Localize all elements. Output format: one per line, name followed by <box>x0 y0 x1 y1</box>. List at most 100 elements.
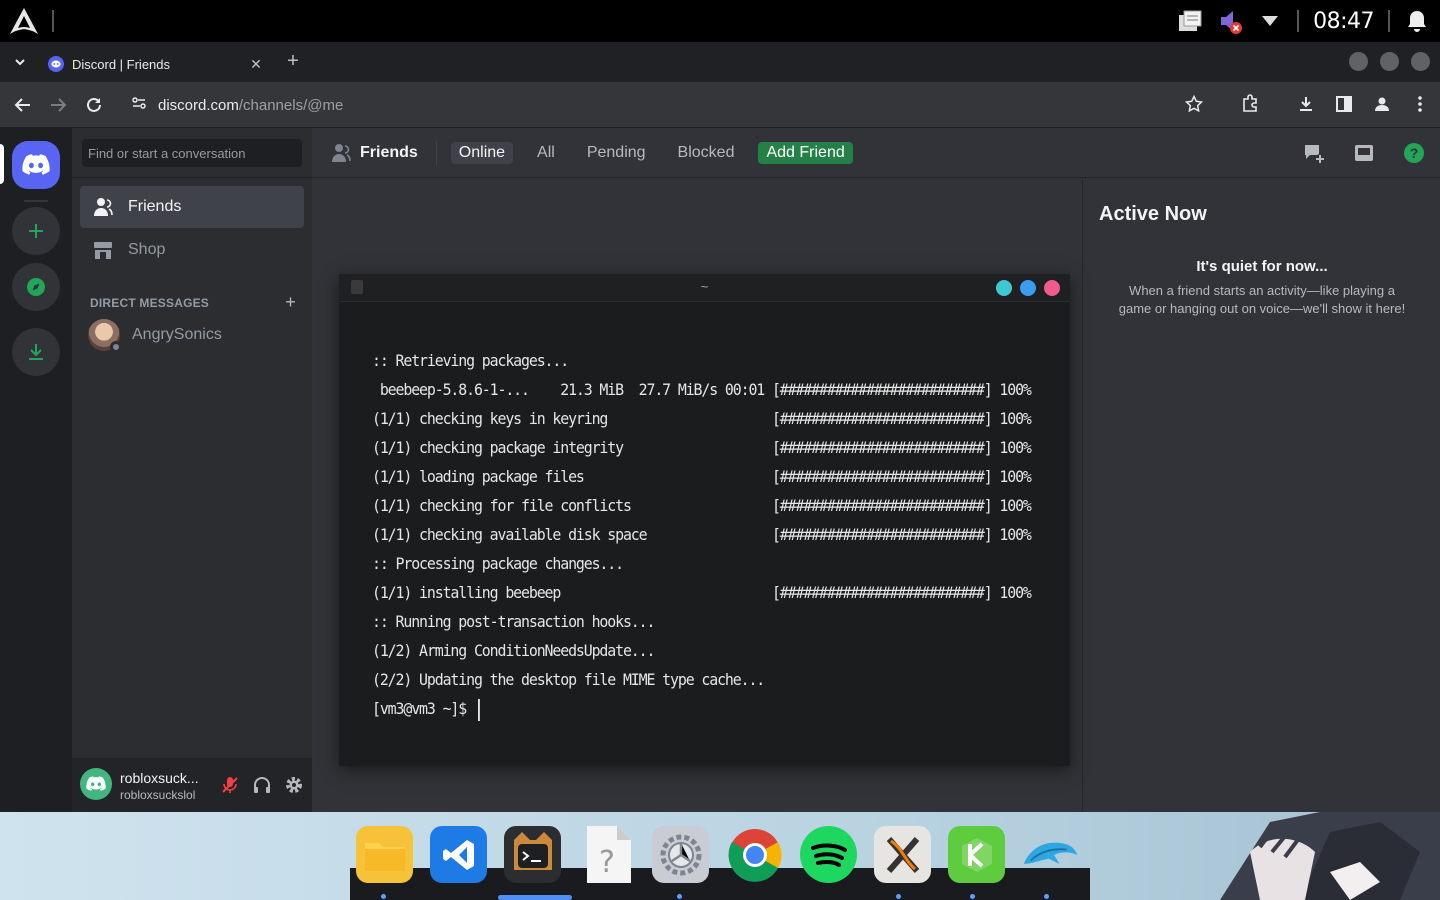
running-indicator <box>1044 894 1049 899</box>
avatar[interactable] <box>80 768 112 800</box>
more-menu-icon[interactable] <box>1408 92 1432 116</box>
back-arrow-icon[interactable] <box>12 94 34 116</box>
inbox-icon[interactable] <box>1352 141 1376 165</box>
terminal-minimize-button[interactable] <box>996 280 1012 296</box>
site-settings-icon[interactable] <box>130 94 148 117</box>
terminal-line: beebeep-5.8.6-1-... 21.3 MiB 27.7 MiB/s … <box>372 380 1032 399</box>
friends-top-bar: Friends Online All Pending Blocked Add F… <box>312 128 1440 178</box>
shop-icon <box>94 242 112 259</box>
system-clock[interactable]: 08:47 <box>1313 9 1374 34</box>
terminal-titlebar[interactable]: ~ <box>339 274 1070 302</box>
tab-all[interactable]: All <box>529 142 563 164</box>
gear-icon[interactable] <box>282 773 306 797</box>
maximize-button[interactable] <box>1380 52 1399 71</box>
terminal-line: (1/1) checking package integrity [######… <box>372 438 1032 457</box>
dm-sidebar: Find or start a conversation Friends Sho… <box>72 128 312 812</box>
divider <box>72 177 312 178</box>
terminal-close-button[interactable] <box>1044 280 1060 296</box>
new-group-dm-icon[interactable] <box>1302 141 1326 165</box>
system-top-bar: 08:47 <box>0 0 1440 42</box>
username[interactable]: robloxsuck... <box>120 770 200 786</box>
dm-item-angrysonics[interactable]: AngrySonics <box>80 314 304 356</box>
terminal-line: (1/1) checking keys in keyring [########… <box>372 409 1032 428</box>
terminal-line: :: Retrieving packages... <box>372 351 569 370</box>
page-title: Friends <box>330 142 418 164</box>
desktop-wallpaper: ? <box>0 812 1440 900</box>
tab-title: Discord | Friends <box>72 56 171 72</box>
title-text: Friends <box>360 143 418 161</box>
help-icon[interactable]: ? <box>1402 141 1426 165</box>
user-tag: robloxsuckslol <box>120 788 196 802</box>
minimize-button[interactable] <box>1349 52 1368 71</box>
bookmark-star-icon[interactable] <box>1182 92 1206 116</box>
divider <box>1297 10 1300 32</box>
browser-tab-discord[interactable]: Discord | Friends ✕ <box>40 46 272 82</box>
kde-icon[interactable] <box>948 826 1005 899</box>
side-panel-icon[interactable] <box>1332 92 1356 116</box>
folder-icon[interactable] <box>356 826 413 899</box>
download-icon[interactable] <box>1294 92 1318 116</box>
nav-label: Shop <box>128 241 166 258</box>
terminal-maximize-button[interactable] <box>1020 280 1036 296</box>
create-dm-plus-icon[interactable]: + <box>285 292 296 313</box>
tab-blocked[interactable]: Blocked <box>670 142 743 164</box>
terminal-icon[interactable] <box>498 826 572 900</box>
url-field[interactable]: discord.com/channels/@me <box>124 88 1224 122</box>
bell-icon[interactable] <box>1404 8 1430 34</box>
anime-wallpaper-art <box>1220 812 1440 900</box>
compass-icon <box>27 278 45 296</box>
friends-icon <box>94 198 113 216</box>
download-apps-button[interactable] <box>12 328 60 376</box>
mute-mic-icon[interactable] <box>218 773 242 797</box>
tab-search-chevron-icon[interactable] <box>10 52 30 72</box>
find-conversation-button[interactable]: Find or start a conversation <box>82 139 302 167</box>
nav-item-friends[interactable]: Friends <box>80 186 304 228</box>
dolphin-icon[interactable] <box>1022 826 1079 899</box>
nav-label: Friends <box>128 198 182 215</box>
headphones-icon[interactable] <box>250 773 274 797</box>
add-friend-button[interactable]: Add Friend <box>758 141 853 164</box>
arch-logo-icon[interactable] <box>8 6 40 36</box>
tab-online[interactable]: Online <box>450 141 514 164</box>
terminal-title: ~ <box>700 279 709 294</box>
spotify-icon[interactable] <box>800 826 857 883</box>
download-icon <box>29 344 43 360</box>
empty-state-title: It's quiet for now... <box>1196 258 1328 275</box>
discord-favicon-icon <box>48 56 64 72</box>
nav-item-shop[interactable]: Shop <box>80 229 304 271</box>
x-icon[interactable] <box>874 826 931 899</box>
reload-icon[interactable] <box>83 94 105 116</box>
section-title: DIRECT MESSAGES <box>90 295 210 310</box>
extensions-icon[interactable] <box>1238 92 1262 116</box>
terminal-window[interactable]: ~ :: Retrieving packages... beebeep-5.8.… <box>339 274 1070 766</box>
direct-messages-header: DIRECT MESSAGES + <box>90 292 296 313</box>
plus-icon <box>29 224 43 238</box>
vscode-icon[interactable] <box>430 826 487 883</box>
svg-text:?: ? <box>1410 145 1419 161</box>
unknown-file-icon[interactable]: ? <box>578 826 635 883</box>
close-tab-icon[interactable]: ✕ <box>246 54 266 74</box>
volume-muted-icon[interactable] <box>1217 8 1243 34</box>
notes-tray-icon[interactable] <box>1177 8 1203 34</box>
terminal-line: (1/1) checking for file conflicts [#####… <box>372 496 1032 515</box>
settings-icon[interactable] <box>652 826 709 899</box>
browser-tab-bar: Discord | Friends ✕ + <box>0 42 1440 82</box>
running-indicator <box>970 894 975 899</box>
profile-icon[interactable] <box>1370 92 1394 116</box>
explore-servers-button[interactable] <box>12 263 60 311</box>
terminal-output[interactable]: :: Retrieving packages... beebeep-5.8.6-… <box>372 346 1080 723</box>
add-server-button[interactable] <box>12 207 60 255</box>
text-cursor <box>477 698 480 721</box>
direct-messages-home-button[interactable] <box>12 141 60 189</box>
new-tab-icon[interactable]: + <box>282 50 304 72</box>
divider <box>1388 10 1390 32</box>
dropdown-arrow-icon[interactable] <box>1257 8 1283 34</box>
chrome-icon[interactable] <box>726 826 783 883</box>
close-window-button[interactable] <box>1411 52 1430 71</box>
forward-arrow-icon[interactable] <box>47 94 69 116</box>
svg-text:?: ? <box>599 845 615 880</box>
active-now-title: Active Now <box>1099 203 1207 225</box>
active-now-panel: Active Now It's quiet for now... When a … <box>1082 178 1440 812</box>
user-panel: robloxsuck... robloxsuckslol <box>72 758 312 812</box>
tab-pending[interactable]: Pending <box>579 142 654 164</box>
